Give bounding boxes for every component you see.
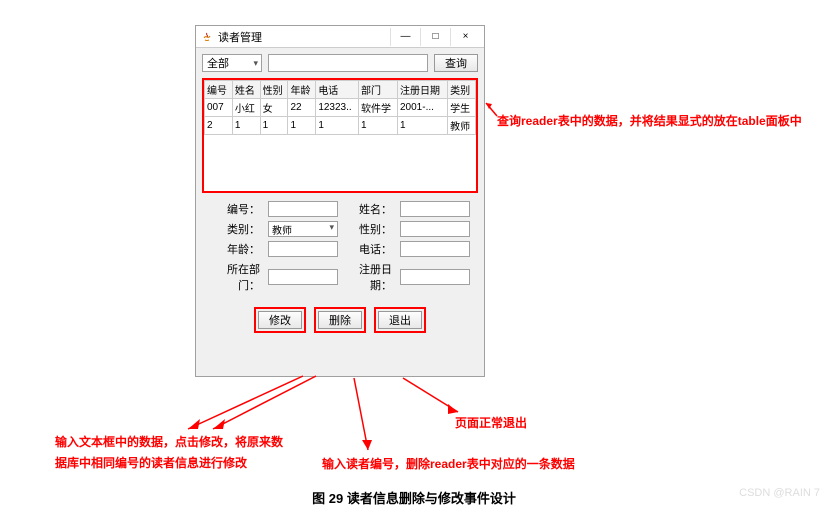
edit-form: 编号： 姓名： 类别： 教师 性别： 年龄： 电话： 所在部门： 注册日期： — [196, 193, 484, 297]
dept-field[interactable] — [268, 269, 338, 285]
modify-highlight: 修改 — [254, 307, 306, 333]
col-name[interactable]: 姓名 — [232, 81, 260, 99]
type-select[interactable]: 教师 — [268, 221, 338, 237]
delete-highlight: 删除 — [314, 307, 366, 333]
filter-select[interactable]: 全部 — [202, 54, 262, 72]
search-bar: 全部 查询 — [196, 48, 484, 78]
arrow-query — [484, 98, 498, 138]
table-row[interactable]: 2 1 1 1 1 1 1 教师 — [205, 117, 476, 135]
regdate-label: 注册日期： — [346, 261, 392, 293]
maximize-button[interactable]: □ — [420, 28, 450, 46]
modify-button[interactable]: 修改 — [258, 311, 302, 329]
gender-label: 性别： — [346, 221, 392, 237]
modify-annotation-line1: 输入文本框中的数据，点击修改，将原来数 — [55, 433, 283, 450]
delete-button[interactable]: 删除 — [318, 311, 362, 329]
id-label: 编号： — [214, 201, 260, 217]
search-input[interactable] — [268, 54, 428, 72]
java-icon — [200, 30, 214, 44]
modify-annotation-line2: 据库中相同编号的读者信息进行修改 — [55, 454, 247, 471]
arrow-delete — [346, 376, 386, 454]
col-gender[interactable]: 性别 — [260, 81, 288, 99]
close-button[interactable]: × — [450, 28, 480, 46]
age-label: 年龄： — [214, 241, 260, 257]
window-title: 读者管理 — [218, 29, 390, 45]
reader-table-panel: 编号 姓名 性别 年龄 电话 部门 注册日期 类别 007 小红 女 22 12… — [202, 78, 478, 193]
exit-highlight: 退出 — [374, 307, 426, 333]
titlebar: 读者管理 — □ × — [196, 26, 484, 48]
figure-caption: 图 29 读者信息删除与修改事件设计 — [0, 488, 828, 507]
arrow-exit — [398, 376, 468, 418]
dept-label: 所在部门： — [214, 261, 260, 293]
table-header-row: 编号 姓名 性别 年龄 电话 部门 注册日期 类别 — [205, 81, 476, 99]
watermark: CSDN @RAIN 7 — [739, 487, 820, 499]
window-controls: — □ × — [390, 28, 480, 46]
name-field[interactable] — [400, 201, 470, 217]
phone-label: 电话： — [346, 241, 392, 257]
id-field[interactable] — [268, 201, 338, 217]
phone-field[interactable] — [400, 241, 470, 257]
age-field[interactable] — [268, 241, 338, 257]
col-id[interactable]: 编号 — [205, 81, 233, 99]
name-label: 姓名： — [346, 201, 392, 217]
arrow-modify — [178, 374, 318, 434]
col-dept[interactable]: 部门 — [359, 81, 398, 99]
reader-table: 编号 姓名 性别 年龄 电话 部门 注册日期 类别 007 小红 女 22 12… — [204, 80, 476, 135]
action-bar: 修改 删除 退出 — [196, 297, 484, 341]
col-regdate[interactable]: 注册日期 — [398, 81, 448, 99]
col-age[interactable]: 年龄 — [288, 81, 316, 99]
table-row[interactable]: 007 小红 女 22 12323.. 软件学 2001-... 学生 — [205, 99, 476, 117]
col-phone[interactable]: 电话 — [316, 81, 359, 99]
exit-button[interactable]: 退出 — [378, 311, 422, 329]
col-type[interactable]: 类别 — [448, 81, 476, 99]
minimize-button[interactable]: — — [390, 28, 420, 46]
query-button[interactable]: 查询 — [434, 54, 478, 72]
regdate-field[interactable] — [400, 269, 470, 285]
query-annotation: 查询reader表中的数据，并将结果显式的放在table面板中 — [497, 112, 802, 129]
gender-field[interactable] — [400, 221, 470, 237]
reader-manage-window: 读者管理 — □ × 全部 查询 编号 姓名 性别 年龄 电话 部门 注册日期 … — [195, 25, 485, 377]
type-label: 类别： — [214, 221, 260, 237]
delete-annotation: 输入读者编号，删除reader表中对应的一条数据 — [322, 455, 575, 472]
exit-annotation: 页面正常退出 — [455, 414, 527, 431]
